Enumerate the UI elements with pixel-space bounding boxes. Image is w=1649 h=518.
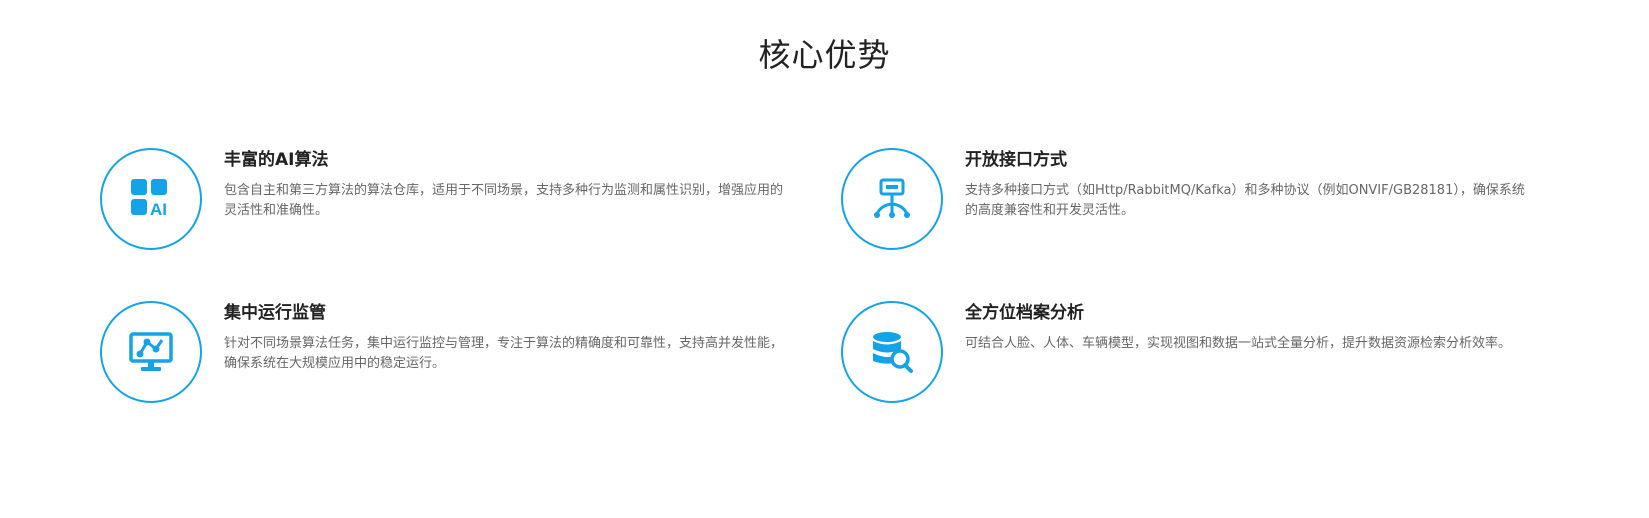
feature-text: 开放接口方式 支持多种接口方式（如Http/RabbitMQ/Kafka）和多种… (965, 148, 1525, 221)
ai-icon-text: AI (150, 200, 167, 219)
monitor-network-icon (129, 332, 173, 371)
feature-description: 可结合人脸、人体、车辆模型，实现视图和数据一站式全量分析，提升数据资源检索分析效… (965, 336, 1512, 351)
feature-description: 支持多种接口方式（如Http/RabbitMQ/Kafka）和多种协议（例如ON… (965, 183, 1525, 218)
feature-card-archive-analysis: 全方位档案分析 可结合人脸、人体、车辆模型，实现视图和数据一站式全量分析，提升数… (841, 301, 1541, 411)
ai-algorithm-icon: AI (131, 179, 167, 219)
feature-card-ai-algorithm: AI 丰富的AI算法 包含自主和第三方算法的算法仓库，适用于不同场景，支持多种行… (100, 148, 800, 258)
feature-text: 全方位档案分析 可结合人脸、人体、车辆模型，实现视图和数据一站式全量分析，提升数… (965, 301, 1525, 354)
feature-description: 针对不同场景算法任务，集中运行监控与管理，专注于算法的精确度和可靠性，支持高并发… (224, 336, 784, 371)
feature-title: 开放接口方式 (965, 150, 1067, 170)
feature-title: 全方位档案分析 (965, 303, 1084, 323)
feature-description: 包含自主和第三方算法的算法仓库，适用于不同场景，支持多种行为监测和属性识别，增强… (224, 183, 784, 218)
feature-title: 丰富的AI算法 (224, 150, 329, 170)
feature-card-centralized-monitoring: 集中运行监管 针对不同场景算法任务，集中运行监控与管理，专注于算法的精确度和可靠… (100, 301, 800, 411)
feature-icon-ring (100, 301, 202, 403)
interface-tree-icon (874, 178, 910, 218)
feature-title: 集中运行监管 (224, 303, 326, 323)
feature-icon-ring (841, 301, 943, 403)
database-search-icon (873, 332, 913, 373)
feature-icon-ring: AI (100, 148, 202, 250)
feature-card-open-interface: 开放接口方式 支持多种接口方式（如Http/RabbitMQ/Kafka）和多种… (841, 148, 1541, 258)
section-title: 核心优势 (758, 36, 891, 74)
feature-text: 集中运行监管 针对不同场景算法任务，集中运行监控与管理，专注于算法的精确度和可靠… (224, 301, 784, 374)
feature-icon-ring (841, 148, 943, 250)
feature-text: 丰富的AI算法 包含自主和第三方算法的算法仓库，适用于不同场景，支持多种行为监测… (224, 148, 784, 221)
